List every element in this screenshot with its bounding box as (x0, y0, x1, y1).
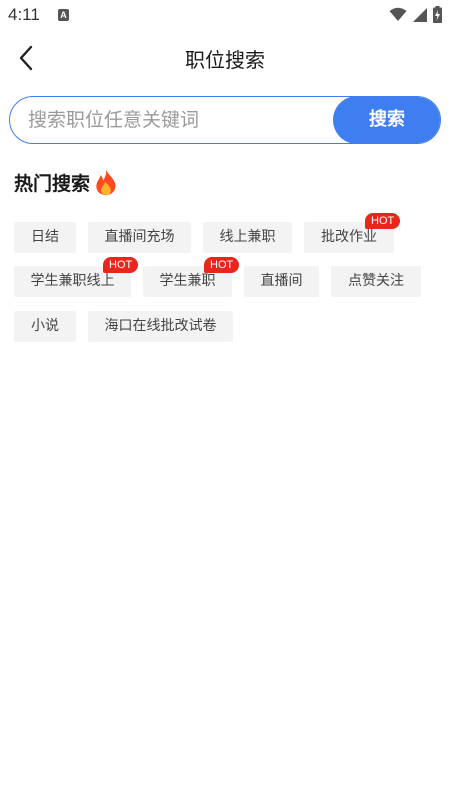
hot-badge: HOT (103, 257, 139, 273)
hot-tag[interactable]: 日结 (14, 222, 76, 253)
search-button[interactable]: 搜索 (333, 97, 440, 143)
status-indicators (389, 6, 442, 23)
hot-tag[interactable]: 海口在线批改试卷 (88, 311, 233, 342)
fire-icon (96, 169, 116, 195)
battery-icon (433, 6, 442, 23)
hot-tag[interactable]: 直播间 (244, 266, 319, 297)
status-time: 4:11 (8, 5, 40, 24)
cell-signal-icon (413, 8, 427, 22)
hot-tag[interactable]: 小说 (14, 311, 76, 342)
wifi-icon (389, 7, 407, 21)
hot-search-heading: 热门搜索 (14, 168, 118, 196)
header: 职位搜索 (0, 32, 450, 84)
page-title: 职位搜索 (185, 48, 265, 72)
hot-badge: HOT (204, 257, 240, 273)
app-notification-icon: A (58, 9, 69, 21)
hot-tag[interactable]: 点赞关注 (331, 266, 421, 297)
search-input[interactable] (28, 97, 328, 142)
search-bar: 搜索 (9, 96, 441, 144)
hot-search-title: 热门搜索 (14, 172, 91, 195)
hot-badge: HOT (365, 213, 401, 229)
status-bar: 4:11 A (0, 0, 450, 32)
hot-tag[interactable]: 线上兼职 (203, 222, 292, 253)
hot-tag[interactable]: 直播间充场 (88, 222, 191, 253)
